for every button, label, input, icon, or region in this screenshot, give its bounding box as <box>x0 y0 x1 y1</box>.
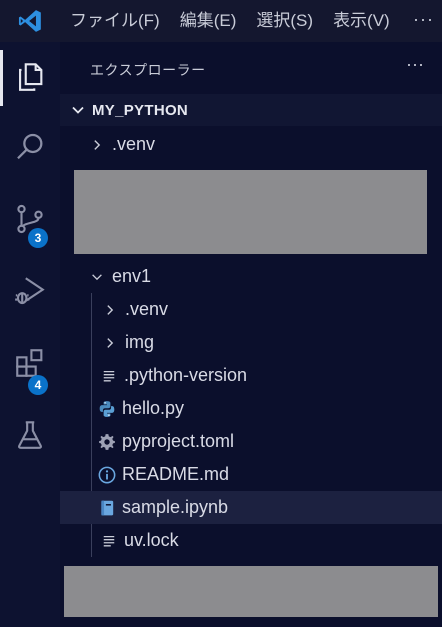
tree-item-img[interactable]: img <box>60 326 442 359</box>
menu-more-button[interactable]: ··· <box>413 9 434 30</box>
tree-item-label: sample.ipynb <box>122 497 229 517</box>
chevron-down-icon <box>70 102 86 118</box>
tree-item-label: hello.py <box>122 398 185 418</box>
tree-item-sample-ipynb[interactable]: sample.ipynb <box>60 491 442 524</box>
search-icon <box>13 130 47 169</box>
redacted-area <box>74 170 427 254</box>
menu-file[interactable]: ファイル(F) <box>60 0 170 42</box>
lines-icon <box>100 532 118 550</box>
activity-bar: 3 4 <box>0 42 60 627</box>
explorer-more-button[interactable]: ··· <box>406 54 424 75</box>
chevron-down-icon <box>88 268 106 286</box>
tree-item-readme-md[interactable]: README.md <box>60 458 442 491</box>
menu-bar: ファイル(F) 編集(E) 選択(S) 表示(V) <box>60 0 400 42</box>
gear-icon <box>98 433 116 451</box>
folder-name: MY_PYTHON <box>92 101 189 119</box>
source-control-badge: 3 <box>28 228 48 248</box>
tree-item-label: env1 <box>112 266 152 286</box>
redacted-area <box>64 566 438 617</box>
python-icon <box>98 400 116 418</box>
explorer-header: エクスプローラー ··· <box>60 42 442 94</box>
menu-edit[interactable]: 編集(E) <box>170 0 247 42</box>
testing-activity-button[interactable] <box>0 402 60 472</box>
extensions-activity-button[interactable]: 4 <box>0 330 60 400</box>
tree-item-hello-py[interactable]: hello.py <box>60 392 442 425</box>
tree-item-venv-root[interactable]: .venv <box>60 128 442 161</box>
tree-item-env1-venv[interactable]: .venv <box>60 293 442 326</box>
tree-item-label: .python-version <box>124 365 248 385</box>
explorer-activity-button[interactable] <box>0 44 60 114</box>
tree-item-uv-lock[interactable]: uv.lock <box>60 524 442 557</box>
title-bar: ファイル(F) 編集(E) 選択(S) 表示(V) ··· <box>0 0 442 42</box>
explorer-sidebar: エクスプローラー ··· MY_PYTHON .venv env1 .venv <box>60 42 442 627</box>
tree-item-label: img <box>125 332 155 352</box>
search-activity-button[interactable] <box>0 114 60 184</box>
folder-section-header[interactable]: MY_PYTHON <box>60 94 442 126</box>
tree-item-label: pyproject.toml <box>122 431 235 451</box>
tree-item-label: README.md <box>122 464 230 484</box>
tree-item-env1[interactable]: env1 <box>60 260 442 293</box>
tree-item-pyproject-toml[interactable]: pyproject.toml <box>60 425 442 458</box>
tree-item-label: .venv <box>112 134 156 154</box>
menu-selection[interactable]: 選択(S) <box>246 0 323 42</box>
chevron-right-icon <box>101 334 119 352</box>
vscode-logo-icon <box>0 0 60 42</box>
tree-item-label: uv.lock <box>124 530 179 550</box>
extensions-badge: 4 <box>28 375 48 395</box>
lines-icon <box>100 367 118 385</box>
chevron-right-icon <box>88 136 106 154</box>
menu-view[interactable]: 表示(V) <box>323 0 400 42</box>
notebook-icon <box>98 499 116 517</box>
info-icon <box>98 466 116 484</box>
source-control-activity-button[interactable]: 3 <box>0 186 60 256</box>
flask-icon <box>13 418 47 457</box>
run-debug-icon <box>13 274 47 313</box>
explorer-title: エクスプローラー <box>90 62 206 78</box>
chevron-right-icon <box>101 301 119 319</box>
tree-item-label: .venv <box>125 299 169 319</box>
tree-item-python-version[interactable]: .python-version <box>60 359 442 392</box>
files-icon <box>13 60 47 99</box>
run-debug-activity-button[interactable] <box>0 258 60 328</box>
